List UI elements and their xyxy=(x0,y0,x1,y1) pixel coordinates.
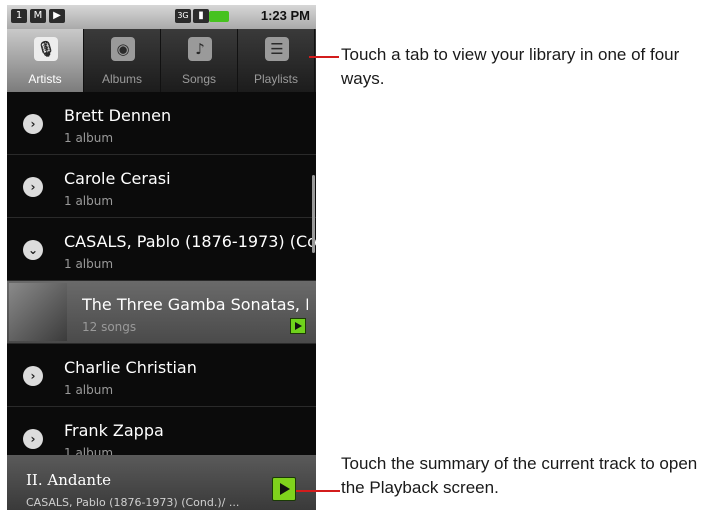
album-row[interactable]: The Three Gamba Sonatas, E 12 songs xyxy=(7,281,316,344)
list-item[interactable]: ⌄ CASALS, Pablo (1876-1973) (Co 1 album xyxy=(7,218,316,281)
now-playing-title: II. Andante xyxy=(26,471,111,489)
album-cover xyxy=(9,283,67,341)
now-playing-bar[interactable]: II. Andante CASALS, Pablo (1876-1973) (C… xyxy=(7,455,316,510)
callout-now-playing: Touch the summary of the current track t… xyxy=(341,454,698,497)
gmail-icon: M xyxy=(30,9,46,23)
list-item[interactable]: › Carole Cerasi 1 album xyxy=(7,155,316,218)
play-button[interactable] xyxy=(272,477,296,501)
artist-name: Carole Cerasi xyxy=(64,169,171,188)
album-count: 1 album xyxy=(64,194,114,208)
tab-label: Songs xyxy=(181,72,217,86)
tab-songs[interactable]: ♪ Songs xyxy=(161,29,238,92)
tab-artists[interactable]: 🎙 Artists xyxy=(7,29,84,92)
3g-icon: 3G xyxy=(175,9,191,23)
chevron-right-icon[interactable]: › xyxy=(23,429,43,449)
song-count: 12 songs xyxy=(82,320,137,334)
list-item[interactable]: › Brett Dennen 1 album xyxy=(7,92,316,155)
tab-albums[interactable]: ◉ Albums xyxy=(84,29,161,92)
sim-icon: 1 xyxy=(11,9,27,23)
status-time: 1:23 PM xyxy=(260,8,310,23)
album-count: 1 album xyxy=(64,257,114,271)
callout-line-tabs xyxy=(309,56,339,58)
chevron-right-icon[interactable]: › xyxy=(23,366,43,386)
tab-label: Albums xyxy=(101,72,142,86)
tab-label: Artists xyxy=(28,72,62,86)
artist-list: › Brett Dennen 1 album › Carole Cerasi 1… xyxy=(7,92,316,460)
list-item[interactable]: › Frank Zappa 1 album xyxy=(7,407,316,460)
scrollbar[interactable] xyxy=(312,175,315,253)
play-icon: ▶ xyxy=(49,9,65,23)
play-icon[interactable] xyxy=(290,318,306,334)
library-tabs: 🎙 Artists ◉ Albums ♪ Songs ☰ Playlists xyxy=(7,29,316,92)
artist-name: Charlie Christian xyxy=(64,358,197,377)
artist-name: Brett Dennen xyxy=(64,106,172,125)
now-playing-subtitle: CASALS, Pablo (1876-1973) (Cond.)/ ... xyxy=(26,496,240,509)
tab-label: Playlists xyxy=(253,72,298,86)
tab-playlists[interactable]: ☰ Playlists xyxy=(238,29,315,92)
battery-icon xyxy=(209,11,229,22)
chevron-right-icon[interactable]: › xyxy=(23,177,43,197)
artist-name: Frank Zappa xyxy=(64,421,164,440)
album-title: The Three Gamba Sonatas, E xyxy=(82,295,308,314)
artist-name: CASALS, Pablo (1876-1973) (Co xyxy=(64,232,316,251)
phone-screen: 1 M ▶ 3G ▮ 1:23 PM 🎙 Artists ◉ Albums ♪ … xyxy=(7,5,316,510)
status-bar: 1 M ▶ 3G ▮ 1:23 PM xyxy=(7,5,316,29)
list-item[interactable]: › Charlie Christian 1 album xyxy=(7,344,316,407)
chevron-down-icon[interactable]: ⌄ xyxy=(23,240,43,260)
album-count: 1 album xyxy=(64,131,114,145)
callout-line-now-playing xyxy=(296,490,340,492)
chevron-right-icon[interactable]: › xyxy=(23,114,43,134)
signal-icon: ▮ xyxy=(193,9,209,23)
album-count: 1 album xyxy=(64,383,114,397)
callout-tabs: Touch a tab to view your library in one … xyxy=(341,45,680,88)
